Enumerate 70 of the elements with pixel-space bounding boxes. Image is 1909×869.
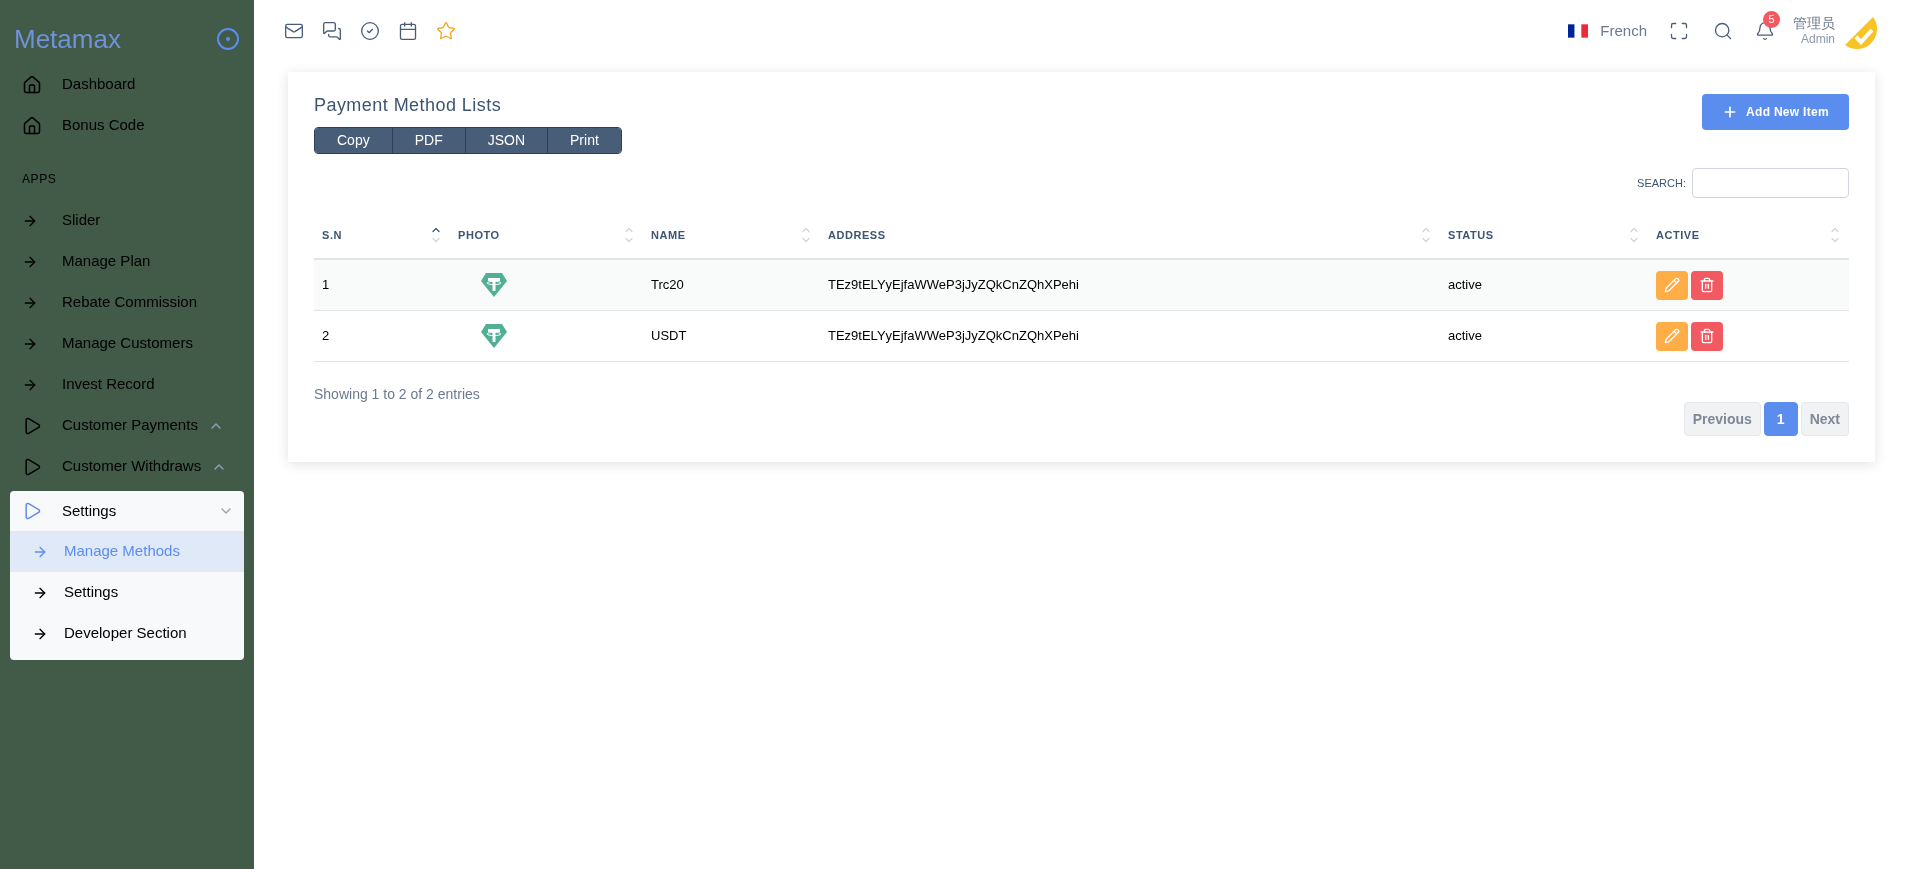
sidebar-item[interactable]: Dashboard: [0, 64, 254, 105]
home-icon: [22, 74, 42, 95]
column-header[interactable]: NAME: [651, 226, 686, 244]
sidebar-item[interactable]: Manage Plan: [0, 241, 254, 282]
triangle-icon: [22, 501, 42, 521]
table-cell-text: TEz9tELYyEjfaWWeP3jJyZQkCnZQhXPehi: [827, 276, 1080, 295]
star-icon[interactable]: [436, 21, 456, 41]
chat-icon[interactable]: [322, 21, 342, 41]
export-button[interactable]: Copy: [315, 128, 392, 153]
edit-button[interactable]: [1656, 270, 1688, 300]
table-cell-text: Trc20: [650, 276, 685, 295]
fullscreen-icon[interactable]: [1669, 21, 1689, 41]
section-heading: APPS: [22, 172, 57, 186]
table-cell-text: active: [1447, 276, 1483, 295]
sidebar-item[interactable]: Rebate Commission: [0, 282, 254, 323]
sidebar-item[interactable]: Manage Customers: [0, 323, 254, 364]
column-header[interactable]: STATUS: [1448, 226, 1494, 244]
search-label: SEARCH:: [1637, 175, 1686, 191]
table-cell-text: TEz9tELYyEjfaWWeP3jJyZQkCnZQhXPehi: [827, 327, 1080, 346]
table-info: Showing 1 to 2 of 2 entries: [314, 386, 480, 402]
sidebar-item[interactable]: Customer Withdraws: [0, 446, 254, 487]
check-circle-icon[interactable]: [360, 21, 380, 41]
column-header[interactable]: S.N: [322, 226, 342, 244]
column-header[interactable]: ACTIVE: [1656, 226, 1700, 244]
submenu-item[interactable]: Manage Methods: [10, 531, 244, 572]
card-title: Payment Method Lists: [314, 94, 503, 117]
brand-logo: Metamax: [14, 26, 121, 52]
search-field[interactable]: [1692, 168, 1849, 198]
table-cell-text: USDT: [650, 327, 688, 346]
column-header[interactable]: PHOTO: [458, 226, 500, 244]
table-cell-text: 1: [321, 276, 331, 295]
export-button[interactable]: JSON: [464, 128, 548, 153]
flag-icon: [1568, 24, 1589, 38]
notification-badge: 5: [1763, 11, 1780, 28]
toggle-icon[interactable]: [216, 27, 240, 51]
pencil-icon: [1664, 328, 1680, 344]
table-cell-text: active: [1447, 327, 1483, 346]
triangle-icon: [22, 456, 42, 477]
pencil-icon: [1664, 277, 1680, 293]
export-button[interactable]: Print: [547, 128, 621, 153]
sidebar-item[interactable]: Customer Payments: [0, 405, 254, 446]
export-button[interactable]: PDF: [391, 128, 465, 153]
submenu-item[interactable]: Settings: [10, 572, 244, 613]
sidebar-item[interactable]: Slider: [0, 200, 254, 241]
calendar-icon[interactable]: [398, 21, 418, 41]
delete-button[interactable]: [1691, 321, 1723, 351]
submenu-item[interactable]: Developer Section: [10, 613, 244, 654]
search-icon[interactable]: [1713, 21, 1733, 41]
user-name: 管理员: [1793, 14, 1835, 33]
pagination-button[interactable]: Next: [1800, 402, 1849, 436]
delete-button[interactable]: [1691, 270, 1723, 300]
add-new-item-button[interactable]: Add New Item: [1702, 94, 1849, 130]
trash-icon: [1699, 328, 1715, 344]
sidebar-item[interactable]: Settings: [10, 491, 244, 531]
language-selector[interactable]: French: [1600, 19, 1647, 43]
table-cell-text: 2: [321, 327, 331, 346]
pagination-button[interactable]: Previous: [1683, 402, 1761, 436]
mail-icon[interactable]: [284, 21, 304, 41]
sidebar-item[interactable]: Bonus Code: [0, 105, 254, 146]
token-icon: [480, 323, 508, 349]
home-icon: [22, 115, 42, 136]
page-button[interactable]: 1: [1763, 402, 1798, 436]
token-icon: [480, 272, 508, 298]
user-role: Admin: [1801, 32, 1835, 48]
bell-icon[interactable]: [1755, 21, 1775, 41]
sidebar-item[interactable]: Invest Record: [0, 364, 254, 405]
column-header[interactable]: ADDRESS: [828, 226, 886, 244]
edit-button[interactable]: [1656, 321, 1688, 351]
trash-icon: [1699, 277, 1715, 293]
triangle-icon: [22, 415, 42, 436]
